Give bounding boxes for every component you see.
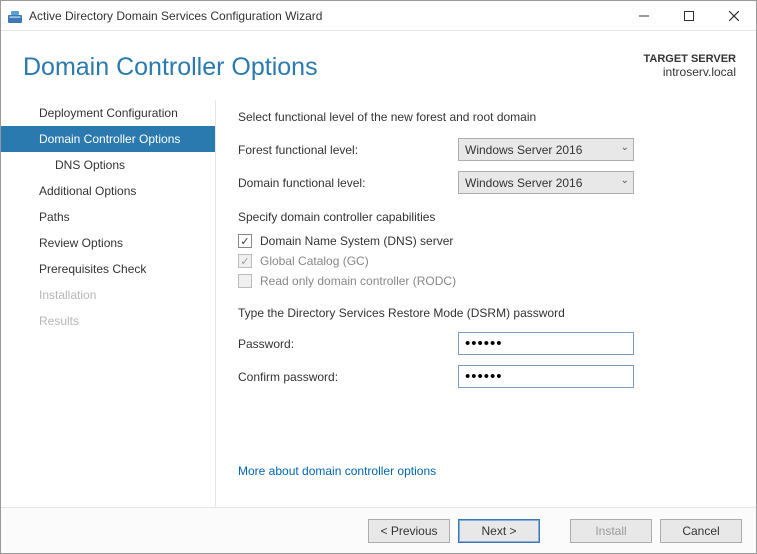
password-input[interactable] <box>458 332 634 355</box>
sidebar: Deployment ConfigurationDomain Controlle… <box>1 100 216 507</box>
rodc-checkbox-row: Read only domain controller (RODC) <box>238 274 732 288</box>
password-label: Password: <box>238 337 458 351</box>
gc-checkbox-label: Global Catalog (GC) <box>260 254 369 268</box>
sidebar-item-installation: Installation <box>1 282 215 308</box>
domain-level-row: Domain functional level: Windows Server … <box>238 171 732 194</box>
footer: < Previous Next > Install Cancel <box>1 507 756 553</box>
minimize-button[interactable] <box>621 1 666 31</box>
target-server-value: introserv.local <box>644 65 737 79</box>
domain-level-value: Windows Server 2016 <box>465 176 582 190</box>
dns-checkbox[interactable]: ✓ <box>238 234 252 248</box>
target-server-label: TARGET SERVER <box>644 53 737 65</box>
dns-checkbox-label: Domain Name System (DNS) server <box>260 234 453 248</box>
sidebar-item-prerequisites-check[interactable]: Prerequisites Check <box>1 256 215 282</box>
chevron-down-icon: ⌄ <box>621 175 629 186</box>
password-row: Password: <box>238 332 732 355</box>
install-button: Install <box>570 519 652 543</box>
wizard-window: Active Directory Domain Services Configu… <box>0 0 757 554</box>
app-icon <box>7 8 23 24</box>
maximize-button[interactable] <box>666 1 711 31</box>
domain-level-label: Domain functional level: <box>238 176 458 190</box>
more-about-link[interactable]: More about domain controller options <box>238 464 436 478</box>
rodc-checkbox-label: Read only domain controller (RODC) <box>260 274 456 288</box>
window-title: Active Directory Domain Services Configu… <box>29 9 322 23</box>
sidebar-item-deployment-configuration[interactable]: Deployment Configuration <box>1 100 215 126</box>
next-button[interactable]: Next > <box>458 519 540 543</box>
confirm-password-row: Confirm password: <box>238 365 732 388</box>
previous-button[interactable]: < Previous <box>368 519 450 543</box>
cancel-button[interactable]: Cancel <box>660 519 742 543</box>
page-title: Domain Controller Options <box>23 53 644 82</box>
content-pane: Select functional level of the new fores… <box>216 100 756 507</box>
functional-level-intro: Select functional level of the new fores… <box>238 110 732 124</box>
sidebar-item-results: Results <box>1 308 215 334</box>
gc-checkbox-row: ✓ Global Catalog (GC) <box>238 254 732 268</box>
gc-checkbox: ✓ <box>238 254 252 268</box>
forest-level-value: Windows Server 2016 <box>465 143 582 157</box>
header: Domain Controller Options TARGET SERVER … <box>1 31 756 100</box>
confirm-password-input[interactable] <box>458 365 634 388</box>
capabilities-label: Specify domain controller capabilities <box>238 210 732 224</box>
confirm-password-label: Confirm password: <box>238 370 458 384</box>
sidebar-item-domain-controller-options[interactable]: Domain Controller Options <box>1 126 215 152</box>
close-button[interactable] <box>711 1 756 31</box>
forest-level-select[interactable]: Windows Server 2016 ⌄ <box>458 138 634 161</box>
sidebar-item-additional-options[interactable]: Additional Options <box>1 178 215 204</box>
dsrm-label: Type the Directory Services Restore Mode… <box>238 306 732 320</box>
sidebar-item-paths[interactable]: Paths <box>1 204 215 230</box>
titlebar: Active Directory Domain Services Configu… <box>1 1 756 31</box>
domain-level-select[interactable]: Windows Server 2016 ⌄ <box>458 171 634 194</box>
forest-level-label: Forest functional level: <box>238 143 458 157</box>
dns-checkbox-row: ✓ Domain Name System (DNS) server <box>238 234 732 248</box>
rodc-checkbox <box>238 274 252 288</box>
forest-level-row: Forest functional level: Windows Server … <box>238 138 732 161</box>
sidebar-item-dns-options[interactable]: DNS Options <box>1 152 215 178</box>
chevron-down-icon: ⌄ <box>621 142 629 153</box>
sidebar-item-review-options[interactable]: Review Options <box>1 230 215 256</box>
target-server-block: TARGET SERVER introserv.local <box>644 53 737 79</box>
body: Deployment ConfigurationDomain Controlle… <box>1 100 756 507</box>
